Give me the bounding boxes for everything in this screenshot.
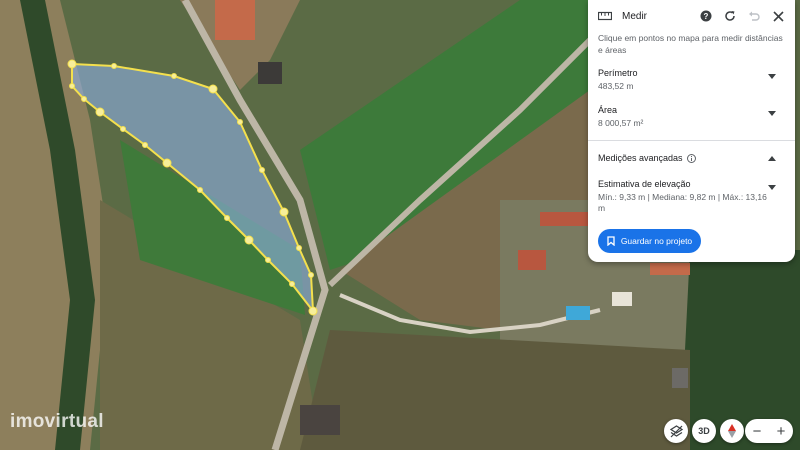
building-roof xyxy=(258,62,282,84)
area-label: Área xyxy=(598,105,618,115)
chevron-down-icon[interactable] xyxy=(767,111,777,116)
zoom-in-button[interactable]: + xyxy=(769,419,793,443)
measure-vertex[interactable] xyxy=(308,272,314,278)
panel-title: Medir xyxy=(622,10,648,22)
perimeter-row[interactable]: Perímetro 483,52 m xyxy=(588,68,795,91)
measure-vertex[interactable] xyxy=(279,207,289,217)
save-button-label: Guardar no projeto xyxy=(620,236,693,246)
watermark: imovirtual xyxy=(10,411,104,432)
compass-icon[interactable] xyxy=(720,419,744,443)
zoom-controls: − + xyxy=(745,419,793,443)
measure-vertex[interactable] xyxy=(308,306,318,316)
building-roof xyxy=(215,0,255,40)
chevron-down-icon[interactable] xyxy=(767,74,777,79)
building-roof xyxy=(650,263,690,275)
svg-text:?: ? xyxy=(704,12,709,21)
building-roof xyxy=(300,405,340,435)
measure-vertex[interactable] xyxy=(197,187,203,193)
measure-vertex[interactable] xyxy=(162,158,172,168)
swimming-pool xyxy=(566,306,590,320)
elevation-value: Mín.: 9,33 m | Mediana: 9,82 m | Máx.: 1… xyxy=(598,192,767,213)
perimeter-value: 483,52 m xyxy=(598,81,634,91)
building-roof xyxy=(540,212,588,226)
chevron-down-icon[interactable] xyxy=(767,185,777,190)
3d-button[interactable]: 3D xyxy=(692,419,716,443)
perimeter-label: Perímetro xyxy=(598,68,638,78)
measure-vertex[interactable] xyxy=(142,142,148,148)
info-icon[interactable] xyxy=(686,153,696,163)
building-roof xyxy=(518,250,546,270)
measure-vertex[interactable] xyxy=(69,83,75,89)
measure-vertex[interactable] xyxy=(67,59,77,69)
area-value: 8 000,57 m² xyxy=(598,118,644,128)
bookmark-icon xyxy=(607,236,615,246)
building-roof xyxy=(672,368,688,388)
panel-header: Medir ? xyxy=(588,0,795,32)
measure-vertex[interactable] xyxy=(81,96,87,102)
measure-vertex[interactable] xyxy=(95,107,105,117)
measure-vertex[interactable] xyxy=(259,167,265,173)
measure-vertex[interactable] xyxy=(120,126,126,132)
elevation-label: Estimativa de elevação xyxy=(598,179,691,189)
close-icon[interactable] xyxy=(769,7,787,25)
zoom-out-button[interactable]: − xyxy=(745,419,769,443)
elevation-row[interactable]: Estimativa de elevação Mín.: 9,33 m | Me… xyxy=(588,179,795,214)
area-row[interactable]: Área 8 000,57 m² xyxy=(588,105,795,128)
measure-vertex[interactable] xyxy=(265,257,271,263)
measure-vertex[interactable] xyxy=(171,73,177,79)
layers-toggle-icon[interactable] xyxy=(664,419,688,443)
undo-icon[interactable] xyxy=(745,7,763,25)
ruler-icon xyxy=(598,9,612,23)
measure-vertex[interactable] xyxy=(296,245,302,251)
measure-vertex[interactable] xyxy=(289,281,295,287)
measure-vertex[interactable] xyxy=(237,119,243,125)
building-roof xyxy=(612,292,632,306)
measure-vertex[interactable] xyxy=(208,84,218,94)
measure-panel: Medir ? Clique em pontos no mapa para me… xyxy=(588,0,795,262)
orchard-south xyxy=(300,330,690,450)
chevron-up-icon[interactable] xyxy=(767,155,777,161)
help-icon[interactable]: ? xyxy=(697,7,715,25)
measure-vertex[interactable] xyxy=(111,63,117,69)
advanced-measurements-toggle[interactable]: Medições avançadas xyxy=(588,141,795,175)
refresh-icon[interactable] xyxy=(721,7,739,25)
measure-vertex[interactable] xyxy=(224,215,230,221)
instructions-text: Clique em pontos no mapa para medir dist… xyxy=(598,33,783,55)
save-to-project-button[interactable]: Guardar no projeto xyxy=(598,229,701,253)
advanced-label: Medições avançadas xyxy=(598,153,683,163)
measure-vertex[interactable] xyxy=(244,235,254,245)
